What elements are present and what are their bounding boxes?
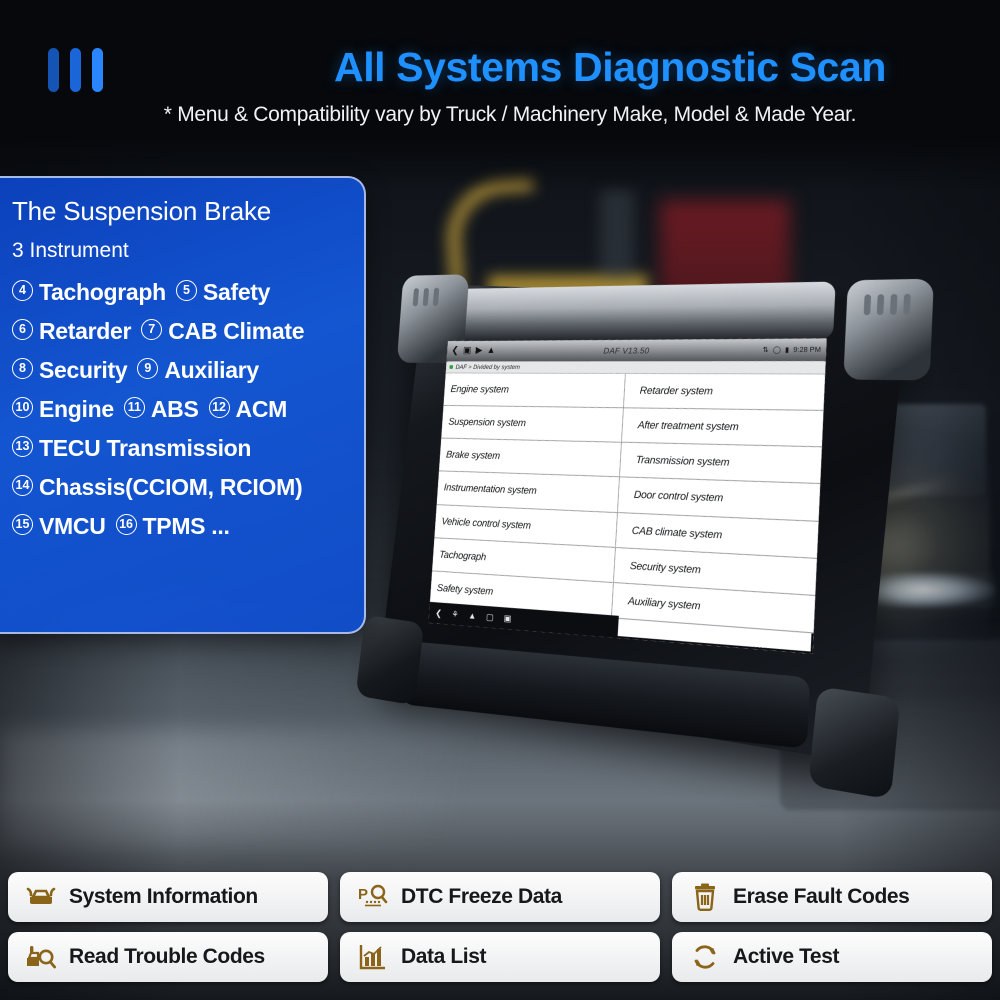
panel-system-label: CAB Climate [168, 318, 305, 344]
panel-system-item: 9 Auxiliary [137, 357, 259, 384]
panel-system-number: 10 [12, 397, 33, 418]
action-button-data-list[interactable]: Data List [340, 932, 660, 982]
svg-text:P: P [358, 886, 368, 903]
back-icon[interactable]: ❮ [435, 608, 442, 618]
systems-callout-panel: The Suspension Brake 3 Instrument 4 Tacho… [0, 176, 366, 634]
action-button-label: Read Trouble Codes [69, 945, 265, 968]
system-list-item[interactable]: Engine system [443, 373, 625, 409]
tablet-toolbar: ❮ ▣ ▶ ▲ DAF V13.50 ⇅ ◯ ▮ 9:28 PM [446, 338, 827, 362]
panel-system-item: 12 ACM [208, 396, 288, 423]
panel-system-number: 14 [12, 475, 33, 496]
panel-system-number: 6 [12, 319, 33, 340]
system-list-item[interactable]: Suspension system [441, 406, 623, 443]
tablet-app-title: DAF V13.50 [603, 345, 650, 356]
page-subtitle: * Menu & Compatibility vary by Truck / M… [163, 103, 857, 126]
action-button-label: System Information [69, 885, 258, 908]
action-button-label: Data List [401, 945, 487, 968]
car-magnifier-icon [26, 942, 56, 972]
panel-system-label: TPMS ... [142, 513, 230, 539]
action-button-read-trouble-codes[interactable]: Read Trouble Codes [8, 932, 328, 982]
panel-system-number: 11 [123, 397, 145, 418]
page-header: All Systems Diagnostic Scan * Menu & Com… [0, 0, 1000, 142]
panel-system-number: 15 [12, 514, 33, 535]
panel-system-label: Engine [39, 396, 114, 422]
panel-system-number: 12 [208, 397, 230, 418]
panel-system-number: 13 [12, 436, 33, 457]
tablet-screen: ❮ ▣ ▶ ▲ DAF V13.50 ⇅ ◯ ▮ 9:28 PM DAF > D… [428, 338, 827, 654]
panel-system-item: 11 ABS [123, 396, 199, 423]
action-button-erase-fault-codes[interactable]: Erase Fault Codes [672, 872, 992, 922]
panel-system-list: 4 Tachograph 5 Safety 6 Retarder 7 CAB Climate 8… [12, 279, 350, 540]
action-button-label: DTC Freeze Data [401, 885, 562, 908]
system-list-item[interactable]: After treatment system [621, 408, 824, 448]
panel-system-item: 7 CAB Climate [141, 318, 305, 345]
panel-system-item: 15 VMCU [12, 513, 106, 540]
panel-system-item: 4 Tachograph [12, 279, 166, 306]
panel-system-label: Retarder [39, 318, 132, 344]
three-bars-logo-icon [48, 48, 103, 92]
action-button-system-information[interactable]: System Information [8, 872, 328, 922]
panel-system-label: Security [39, 357, 128, 383]
panel-system-label: Auxiliary [164, 357, 259, 383]
panel-system-row: 6 Retarder 7 CAB Climate [12, 318, 350, 345]
breadcrumb-text: DAF > Divided by system [455, 363, 521, 371]
panel-title: The Suspension Brake [12, 196, 272, 226]
panel-system-label: ACM [235, 396, 288, 422]
panel-system-label: Chassis(CCIOM, RCIOM) [39, 474, 303, 500]
panel-system-number: 9 [137, 358, 159, 379]
panel-system-row: 14 Chassis(CCIOM, RCIOM) [12, 474, 350, 501]
panel-system-row: 10 Engine 11 ABS 12 ACM [12, 396, 350, 423]
home-icon[interactable]: ▲ [468, 610, 477, 620]
recents-icon[interactable]: ▢ [486, 611, 494, 621]
panel-subtitle: 3 Instrument [12, 239, 129, 262]
dtc-magnifier-icon: P [358, 882, 388, 912]
panel-system-item: 16 TPMS ... [115, 513, 230, 540]
panel-system-item: 5 Safety [175, 279, 271, 306]
panel-system-number: 7 [141, 319, 163, 340]
panel-system-item: 6 Retarder [12, 318, 132, 345]
panel-system-label: Tachograph [39, 279, 166, 305]
panel-system-label: TECU Transmission [39, 435, 252, 461]
action-button-label: Active Test [733, 945, 840, 968]
tablet-grip-bottom-left [355, 614, 425, 706]
diagnostic-tablet: ❮ ▣ ▶ ▲ DAF V13.50 ⇅ ◯ ▮ 9:28 PM DAF > D… [355, 274, 934, 800]
panel-system-item: 13 TECU Transmission [12, 435, 251, 462]
trash-icon [690, 882, 720, 912]
panel-system-row: 8 Security 9 Auxiliary [12, 357, 350, 384]
system-list: Engine system Suspension system Brake syst… [429, 373, 826, 634]
system-list-item[interactable]: Retarder system [623, 373, 826, 412]
action-button-grid: System Information P DTC Freeze Data Erase … [8, 872, 992, 982]
panel-system-item: 14 Chassis(CCIOM, RCIOM) [12, 474, 303, 501]
action-button-dtc-freeze-data[interactable]: P DTC Freeze Data [340, 872, 660, 922]
panel-system-label: Safety [202, 279, 271, 305]
tablet-breadcrumb: DAF > Divided by system [445, 361, 826, 375]
bug-icon[interactable]: ⚘ [451, 609, 459, 619]
panel-system-item: 10 Engine [12, 396, 114, 423]
screenshot-icon[interactable]: ▣ [503, 613, 511, 623]
panel-system-row: 4 Tachograph 5 Safety [12, 279, 350, 306]
page-title: All Systems Diagnostic Scan [333, 44, 886, 90]
bar-chart-icon [358, 942, 388, 972]
tablet-top-housing [452, 281, 836, 341]
panel-system-number: 16 [115, 514, 137, 535]
panel-system-number: 8 [12, 358, 33, 379]
panel-system-row: 15 VMCU 16 TPMS ... [12, 513, 350, 540]
system-list-left-column: Engine system Suspension system Brake syst… [429, 373, 626, 619]
panel-system-number: 4 [12, 280, 33, 301]
action-button-active-test[interactable]: Active Test [672, 932, 992, 982]
panel-system-row: 13 TECU Transmission [12, 435, 350, 462]
panel-system-label: VMCU [39, 513, 106, 539]
action-button-label: Erase Fault Codes [733, 885, 910, 908]
tablet-grip-top-right [843, 278, 934, 381]
refresh-cycle-icon [690, 942, 720, 972]
panel-system-number: 5 [175, 280, 197, 301]
panel-system-label: ABS [150, 396, 199, 422]
car-hood-icon [26, 882, 56, 912]
tablet-grip-bottom-right [808, 686, 901, 800]
panel-system-item: 8 Security [12, 357, 128, 384]
system-list-right-column: Retarder system After treatment system Tra… [611, 373, 826, 634]
